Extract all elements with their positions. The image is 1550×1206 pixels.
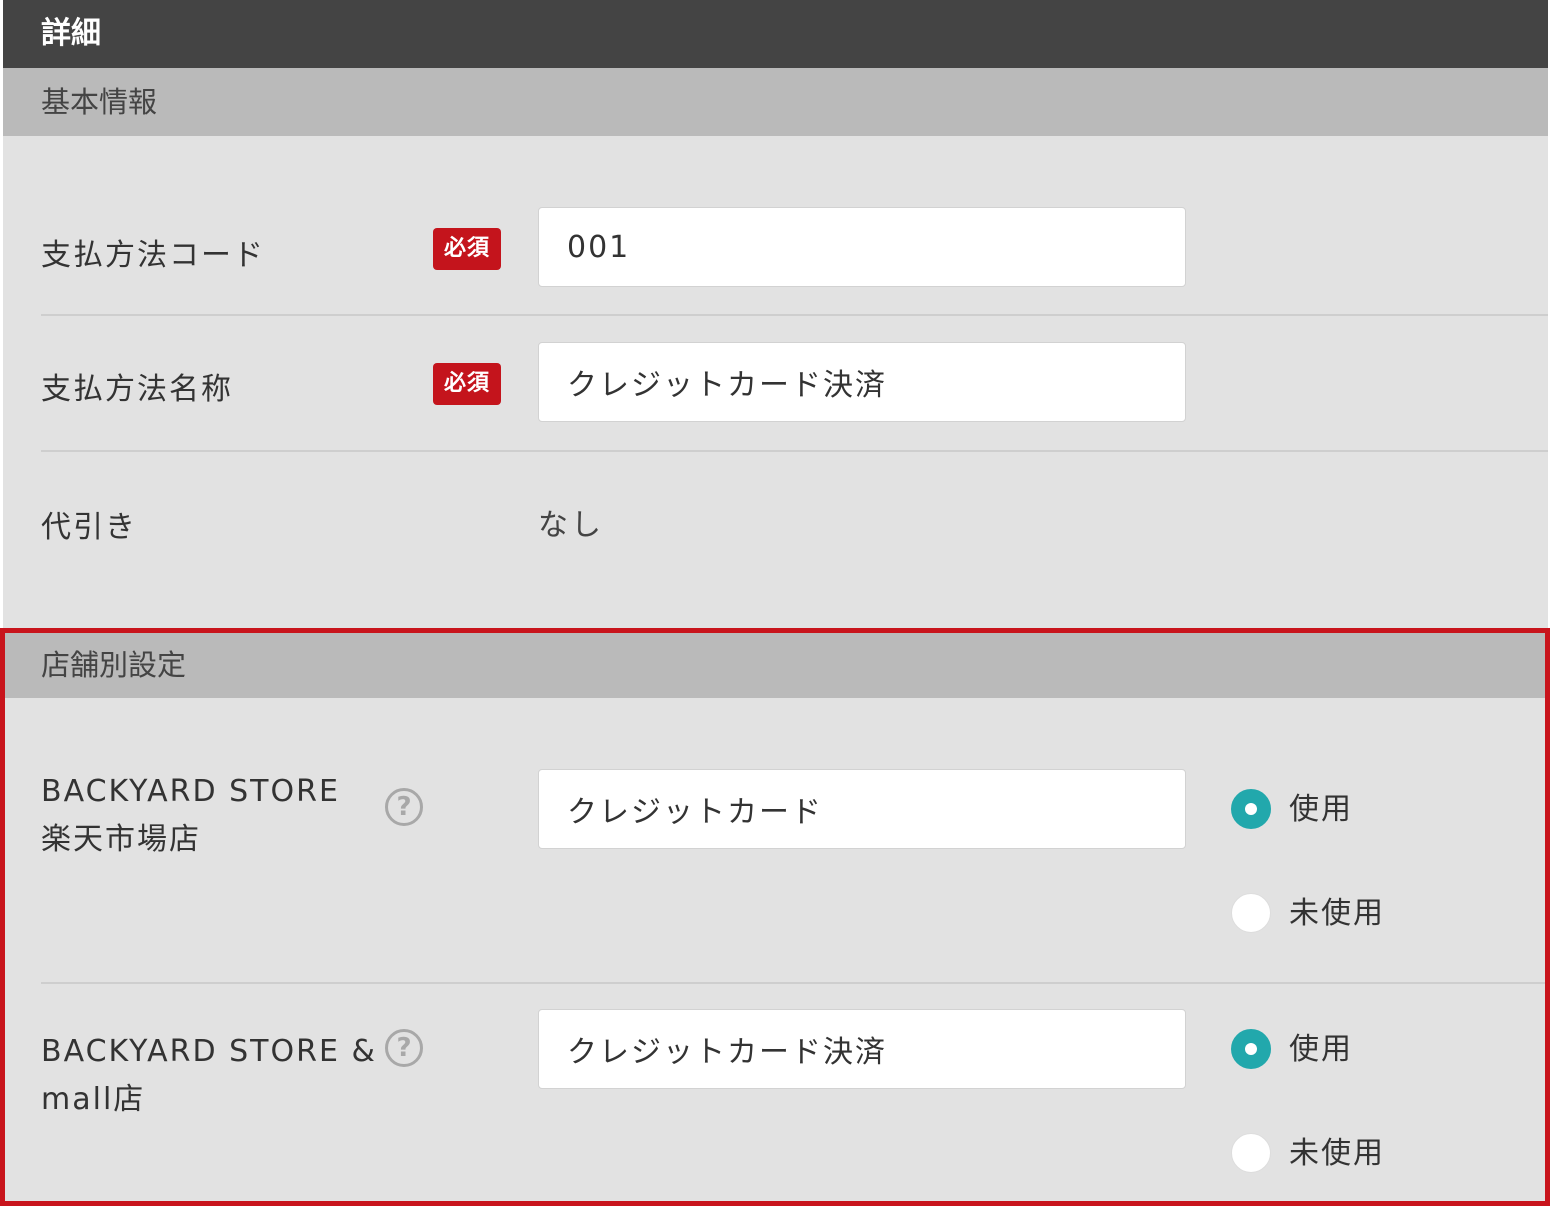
cod-label: 代引き: [41, 510, 137, 545]
store-settings-highlight: 店舗別設定 BACKYARD STORE 楽天市場店 ? 使用 未使用: [0, 628, 1550, 1206]
store-name-input-rakuten[interactable]: [538, 769, 1186, 849]
basic-info-section: 支払方法コード 必須 支払方法名称 必須 代引き なし: [3, 136, 1548, 630]
store-label-line1: BACKYARD STORE &: [41, 1034, 377, 1069]
store-settings-section: BACKYARD STORE 楽天市場店 ? 使用 未使用 BACKYARD S…: [5, 698, 1545, 1201]
store-label-line1: BACKYARD STORE: [41, 774, 340, 809]
payment-code-label: 支払方法コード: [41, 238, 265, 273]
radio-use-rakuten[interactable]: 使用: [1231, 789, 1451, 831]
radio-use-label: 使用: [1289, 792, 1353, 827]
payment-name-label: 支払方法名称: [41, 372, 233, 407]
store-label-line2: 楽天市場店: [41, 822, 201, 857]
question-circle-icon[interactable]: ?: [385, 788, 423, 826]
store-row-rakuten: BACKYARD STORE 楽天市場店 ? 使用 未使用: [41, 698, 1545, 984]
radio-unused-rakuten[interactable]: 未使用: [1231, 893, 1451, 935]
radio-unchecked-icon[interactable]: [1231, 1133, 1271, 1173]
required-badge: 必須: [433, 363, 501, 405]
radio-checked-icon[interactable]: [1231, 1029, 1271, 1069]
cod-value: なし: [538, 508, 604, 543]
detail-title: 詳細: [3, 0, 1548, 68]
basic-info-header: 基本情報: [3, 68, 1548, 136]
cod-row: 代引き なし: [41, 452, 1548, 602]
store-settings-header: 店舗別設定: [5, 633, 1545, 698]
payment-code-input[interactable]: [538, 207, 1186, 287]
payment-code-row: 支払方法コード 必須: [41, 136, 1548, 316]
store-label-rakuten: BACKYARD STORE 楽天市場店: [41, 768, 340, 864]
radio-unchecked-icon[interactable]: [1231, 893, 1271, 933]
store-name-input-andmall[interactable]: [538, 1009, 1186, 1089]
required-badge: 必須: [433, 228, 501, 270]
store-row-andmall: BACKYARD STORE & mall店 ? 使用 未使用: [41, 984, 1545, 1201]
payment-name-input[interactable]: [538, 342, 1186, 422]
radio-use-andmall[interactable]: 使用: [1231, 1029, 1451, 1071]
payment-detail-page: 詳細 基本情報 支払方法コード 必須 支払方法名称 必須 代引き なし 店舗別設…: [0, 0, 1550, 1206]
radio-checked-icon[interactable]: [1231, 789, 1271, 829]
store-label-andmall: BACKYARD STORE & mall店: [41, 1028, 377, 1124]
radio-unused-andmall[interactable]: 未使用: [1231, 1133, 1451, 1175]
radio-unused-label: 未使用: [1289, 1136, 1385, 1171]
radio-use-label: 使用: [1289, 1032, 1353, 1067]
question-circle-icon[interactable]: ?: [385, 1029, 423, 1067]
store-label-line2: mall店: [41, 1082, 146, 1117]
payment-name-row: 支払方法名称 必須: [41, 316, 1548, 452]
radio-unused-label: 未使用: [1289, 896, 1385, 931]
